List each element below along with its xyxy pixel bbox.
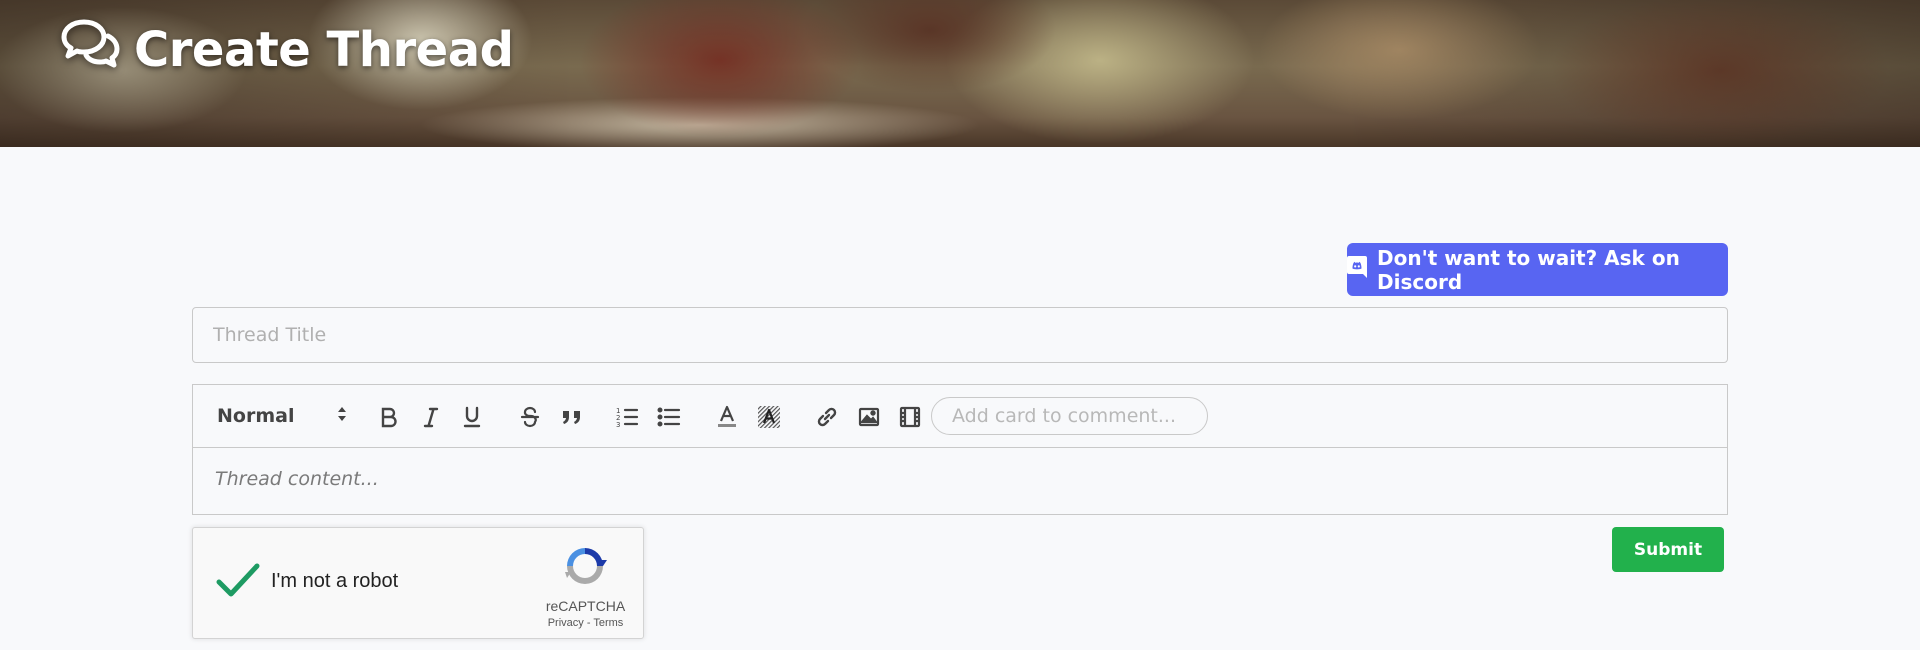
- comments-icon: [60, 18, 120, 82]
- recaptcha-terms-link[interactable]: Terms: [593, 617, 623, 629]
- background-color-icon[interactable]: [755, 403, 783, 431]
- checkmark-icon[interactable]: [215, 562, 261, 607]
- strikethrough-icon[interactable]: [516, 403, 544, 431]
- svg-text:3: 3: [616, 421, 620, 428]
- discord-icon: [1347, 256, 1367, 283]
- link-icon[interactable]: [813, 403, 841, 431]
- video-icon[interactable]: [896, 403, 924, 431]
- underline-icon[interactable]: [458, 403, 486, 431]
- page-title: Create Thread: [60, 18, 514, 82]
- header-format-value: Normal: [217, 405, 295, 427]
- add-card-input[interactable]: [931, 397, 1208, 435]
- recaptcha-label: I'm not a robot: [271, 570, 399, 592]
- thread-content-placeholder: Thread content...: [215, 468, 379, 490]
- recaptcha-brand: reCAPTCHA: [545, 598, 626, 614]
- ordered-list-icon[interactable]: 123: [613, 403, 641, 431]
- discord-button[interactable]: Don't want to wait? Ask on Discord: [1347, 243, 1728, 296]
- image-icon[interactable]: [855, 403, 883, 431]
- recaptcha-widget: I'm not a robot reCAPTCHA Privacy - Term…: [192, 527, 644, 639]
- recaptcha-logo-icon: [561, 542, 609, 595]
- page-title-text: Create Thread: [134, 22, 514, 78]
- thread-content-editor[interactable]: Thread content...: [192, 448, 1728, 515]
- editor-toolbar: Normal 123: [192, 384, 1728, 448]
- blockquote-icon[interactable]: [558, 403, 586, 431]
- bold-icon[interactable]: [375, 403, 403, 431]
- italic-icon[interactable]: [417, 403, 445, 431]
- text-color-icon[interactable]: [713, 403, 741, 431]
- bullet-list-icon[interactable]: [655, 403, 683, 431]
- thread-title-input[interactable]: [192, 307, 1728, 363]
- sort-arrows-icon: [337, 405, 347, 427]
- header-format-select[interactable]: Normal: [217, 401, 347, 431]
- recaptcha-privacy-link[interactable]: Privacy: [548, 617, 584, 629]
- submit-button[interactable]: Submit: [1612, 527, 1724, 572]
- recaptcha-links: Privacy - Terms: [528, 617, 643, 629]
- discord-button-label: Don't want to wait? Ask on Discord: [1377, 245, 1680, 294]
- hero-banner: Create Thread: [0, 0, 1920, 147]
- recaptcha-link-separator: -: [583, 617, 594, 629]
